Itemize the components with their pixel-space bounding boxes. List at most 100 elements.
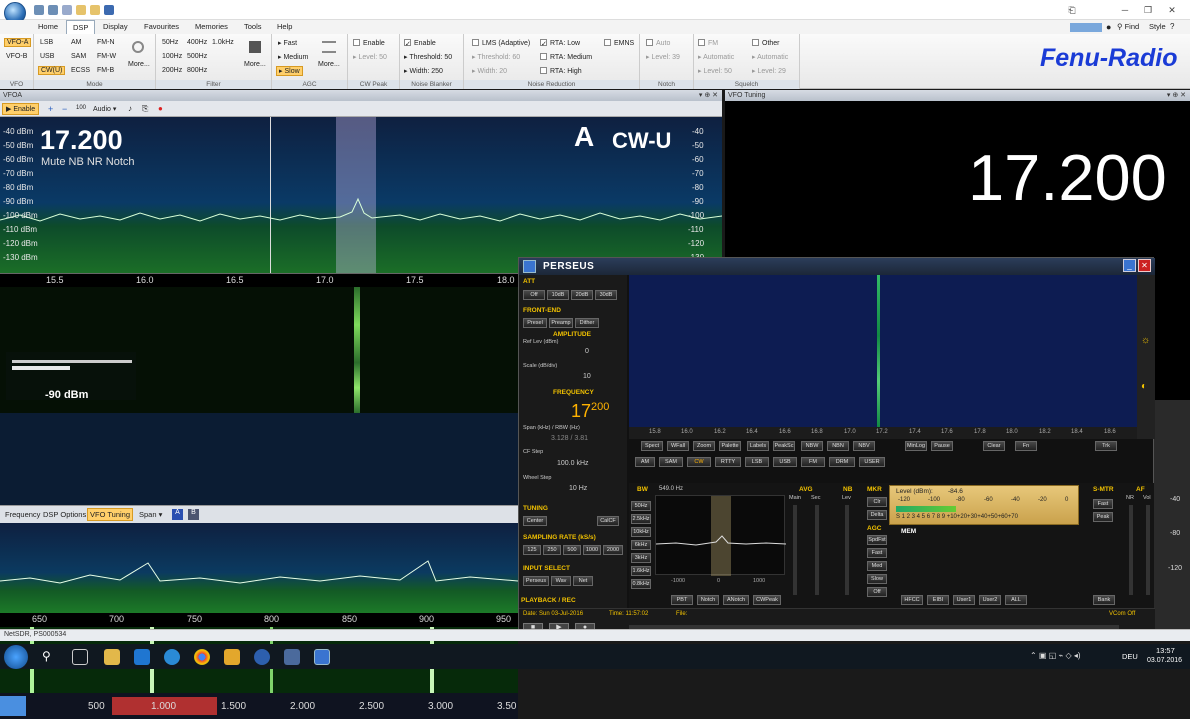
vfo-b-button[interactable]: VFO-B bbox=[6, 53, 27, 60]
minimize-button[interactable]: ─ bbox=[1115, 3, 1135, 17]
span-value[interactable]: 3.128 / 3.81 bbox=[551, 435, 588, 442]
mkr-delta[interactable]: Delta bbox=[867, 510, 887, 520]
cw-peak-enable[interactable]: Enable bbox=[353, 39, 385, 47]
enable-button[interactable]: ▶ Enable bbox=[2, 103, 40, 115]
tab-dsp[interactable]: DSP bbox=[66, 20, 96, 34]
rta-medium[interactable]: RTA: Medium bbox=[540, 53, 592, 61]
att-off-button[interactable]: Off bbox=[523, 290, 545, 300]
tray-icons[interactable]: ⌃ ▣ ◱ ⌁ ◇ ◂) bbox=[1030, 651, 1110, 663]
input-wav-button[interactable]: Wav bbox=[551, 576, 571, 586]
att-20-button[interactable]: 20dB bbox=[571, 290, 593, 300]
nr-width[interactable]: ▸ Width: 20 bbox=[472, 67, 507, 75]
speaker-icon[interactable]: ♪ bbox=[128, 104, 132, 113]
nb-threshold[interactable]: ▸ Threshold: 50 bbox=[404, 53, 452, 61]
hfcc-button[interactable]: HFCC bbox=[901, 595, 923, 605]
chrome-icon[interactable] bbox=[194, 649, 210, 665]
task-view-icon[interactable] bbox=[72, 649, 88, 665]
filter-500[interactable]: 500Hz bbox=[187, 53, 207, 60]
edge-icon[interactable] bbox=[134, 649, 150, 665]
vfo-b-toggle[interactable]: B bbox=[188, 509, 199, 520]
bw-10k[interactable]: 10kHz bbox=[631, 527, 651, 537]
vfo-frequency[interactable]: 17.200 bbox=[40, 125, 123, 156]
filter-800[interactable]: 800Hz bbox=[187, 67, 207, 74]
window-icon[interactable] bbox=[104, 5, 114, 15]
fn-button[interactable]: Fn bbox=[1015, 441, 1037, 451]
sr-250-button[interactable]: 250 bbox=[543, 545, 561, 555]
filter-200[interactable]: 200Hz bbox=[162, 67, 182, 74]
cw-peak-level[interactable]: ▸ Level: 50 bbox=[353, 53, 387, 61]
mode-rtty[interactable]: RTTY bbox=[715, 457, 741, 467]
squelch-level-2[interactable]: ▸ Level: 29 bbox=[752, 67, 786, 75]
perseus-waterfall[interactable] bbox=[629, 275, 1137, 427]
app-icon[interactable] bbox=[224, 649, 240, 665]
nbw-button[interactable]: NBW bbox=[801, 441, 823, 451]
user1-button[interactable]: User1 bbox=[953, 595, 975, 605]
sr-125-button[interactable]: 125 bbox=[523, 545, 541, 555]
mode-sam[interactable]: SAM bbox=[659, 457, 683, 467]
display-icons[interactable] bbox=[1070, 23, 1102, 32]
mode-usb[interactable]: USB bbox=[40, 53, 54, 60]
plus-icon[interactable]: + bbox=[48, 104, 53, 114]
agc-slow[interactable]: ▸ Slow bbox=[276, 66, 303, 76]
gear-icon[interactable]: ● bbox=[1106, 22, 1111, 32]
notch-button[interactable]: Notch bbox=[697, 595, 719, 605]
bw-3k[interactable]: 3kHz bbox=[631, 553, 651, 563]
vfo-tuning-frequency[interactable]: 17.200 bbox=[968, 140, 1167, 215]
tab-display[interactable]: Display bbox=[97, 20, 134, 34]
filter-400[interactable]: 400Hz bbox=[187, 39, 207, 46]
sdr-app-icon[interactable] bbox=[254, 649, 270, 665]
smtr-fast[interactable]: Fast bbox=[1093, 499, 1113, 509]
close-button[interactable]: ✕ bbox=[1162, 3, 1182, 17]
all-button[interactable]: ALL bbox=[1005, 595, 1027, 605]
pause-button[interactable]: Pause bbox=[931, 441, 953, 451]
search-icon[interactable]: ⚲ bbox=[42, 649, 58, 665]
mode-user[interactable]: USER bbox=[859, 457, 885, 467]
dither-button[interactable]: Dither bbox=[575, 318, 599, 328]
bw-0k8[interactable]: 0.8kHz bbox=[631, 579, 651, 589]
new-icon[interactable] bbox=[48, 5, 58, 15]
mkr-clr[interactable]: Clr bbox=[867, 497, 887, 507]
pane-controls-icon[interactable]: ▾ ⊕ ✕ bbox=[699, 90, 718, 101]
clock-date[interactable]: 03.07.2016 bbox=[1147, 657, 1182, 664]
agc-more-button[interactable]: More... bbox=[318, 61, 340, 68]
preamp-button[interactable]: Preamp bbox=[549, 318, 573, 328]
pin-icon[interactable]: ⎗ bbox=[1062, 3, 1082, 17]
rta-low[interactable]: ✓ RTA: Low bbox=[540, 39, 580, 48]
labels-button[interactable]: Labels bbox=[747, 441, 769, 451]
peaksc-button[interactable]: PeakSc bbox=[773, 441, 795, 451]
contrast-icon[interactable]: ◐ bbox=[1141, 381, 1147, 392]
zoom-icon[interactable]: 100 bbox=[76, 105, 86, 111]
pbt-button[interactable]: PBT bbox=[671, 595, 693, 605]
bw-2k5[interactable]: 2.5kHz bbox=[631, 514, 651, 524]
mode-sam[interactable]: SAM bbox=[71, 53, 86, 60]
agc-fast[interactable]: ▸ Fast bbox=[278, 39, 297, 47]
agc-med[interactable]: Med bbox=[867, 561, 887, 571]
att-30-button[interactable]: 30dB bbox=[595, 290, 617, 300]
squelch-automatic-2[interactable]: ▸ Automatic bbox=[752, 53, 788, 61]
vfo-a-button[interactable]: VFO-A bbox=[4, 38, 32, 47]
copy-icon[interactable] bbox=[62, 5, 72, 15]
clip-icon[interactable]: ⎘ bbox=[142, 104, 148, 114]
user2-button[interactable]: User2 bbox=[979, 595, 1001, 605]
cwpeak-button[interactable]: CWPeak bbox=[753, 595, 781, 605]
notch-level[interactable]: ▸ Level: 39 bbox=[646, 53, 680, 61]
att-10-button[interactable]: 10dB bbox=[547, 290, 569, 300]
tab-frequency[interactable]: Frequency bbox=[5, 510, 40, 519]
mode-fm[interactable]: FM bbox=[801, 457, 825, 467]
mode-am[interactable]: AM bbox=[71, 39, 82, 46]
mode-ecss[interactable]: ECSS bbox=[71, 67, 90, 74]
zoom-button[interactable]: Zoom bbox=[693, 441, 715, 451]
mode-am[interactable]: AM bbox=[635, 457, 655, 467]
perseus-taskbar-icon[interactable] bbox=[314, 649, 330, 665]
mode-fmb[interactable]: FM-B bbox=[97, 67, 114, 74]
sr-2000-button[interactable]: 2000 bbox=[603, 545, 623, 555]
nr-slider[interactable] bbox=[1129, 505, 1133, 595]
agc-off[interactable]: Off bbox=[867, 587, 887, 597]
brightness-icon[interactable]: ☼ bbox=[1141, 335, 1150, 346]
minimize-button[interactable]: _ bbox=[1123, 259, 1136, 272]
input-net-button[interactable]: Net bbox=[573, 576, 593, 586]
perseus-frequency[interactable]: 17200 bbox=[571, 401, 609, 422]
bank-button[interactable]: Bank bbox=[1093, 595, 1115, 605]
ie-icon[interactable] bbox=[164, 649, 180, 665]
vfo-a-toggle[interactable]: A bbox=[172, 509, 183, 520]
